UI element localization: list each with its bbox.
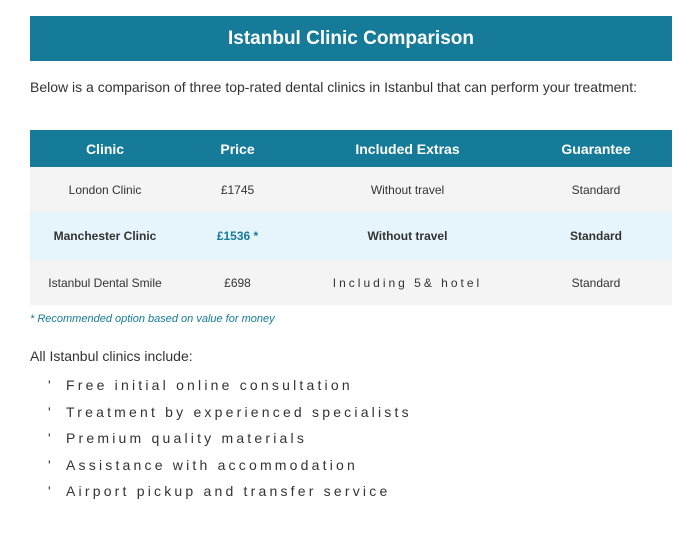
bullet-mark: ' <box>48 456 51 473</box>
page-title: Istanbul Clinic Comparison <box>228 27 474 49</box>
column-header-extras: Included Extras <box>295 130 520 167</box>
feature-text: Free initial online consultation <box>66 377 353 394</box>
column-header-clinic: Clinic <box>30 130 180 167</box>
clinic-name: London Clinic <box>30 167 180 212</box>
table-header-row: Clinic Price Included Extras Guarantee <box>30 130 672 167</box>
clinic-guarantee: Standard <box>520 212 672 260</box>
bullet-mark: ' <box>48 483 51 500</box>
table-row: London Clinic £1745 Without travel Stand… <box>30 167 672 212</box>
recommendation-note: * Recommended option based on value for … <box>30 313 275 325</box>
clinic-name: Istanbul Dental Smile <box>30 260 180 305</box>
includes-heading: All Istanbul clinics include: <box>30 348 193 364</box>
bullet-mark: ' <box>48 377 51 394</box>
clinic-guarantee: Standard <box>520 260 672 305</box>
list-item: ' Treatment by experienced specialists <box>48 399 412 426</box>
clinic-price: £1745 <box>180 167 295 212</box>
page-title-bar: Istanbul Clinic Comparison <box>30 16 672 61</box>
column-header-price: Price <box>180 130 295 167</box>
bullet-mark: ' <box>48 430 51 447</box>
feature-text: Treatment by experienced specialists <box>66 403 412 420</box>
clinic-extras: Without travel <box>295 167 520 212</box>
list-item: ' Airport pickup and transfer service <box>48 478 412 505</box>
table-row-highlighted: Manchester Clinic £1536 * Without travel… <box>30 212 672 260</box>
table-row: Istanbul Dental Smile £698 Including 5& … <box>30 260 672 305</box>
list-item: ' Free initial online consultation <box>48 372 412 399</box>
comparison-table: Clinic Price Included Extras Guarantee L… <box>30 130 672 305</box>
list-item: ' Assistance with accommodation <box>48 452 412 479</box>
clinic-name: Manchester Clinic <box>30 212 180 260</box>
feature-text: Assistance with accommodation <box>66 456 358 473</box>
bullet-mark: ' <box>48 403 51 420</box>
column-header-guarantee: Guarantee <box>520 130 672 167</box>
feature-text: Airport pickup and transfer service <box>66 483 391 500</box>
feature-list: ' Free initial online consultation ' Tre… <box>48 372 412 505</box>
clinic-price: £1536 * <box>180 212 295 260</box>
clinic-extras: Including 5& hotel <box>295 260 520 305</box>
clinic-guarantee: Standard <box>520 167 672 212</box>
clinic-price: £698 <box>180 260 295 305</box>
intro-text: Below is a comparison of three top-rated… <box>30 79 637 95</box>
feature-text: Premium quality materials <box>66 430 308 447</box>
list-item: ' Premium quality materials <box>48 425 412 452</box>
clinic-extras: Without travel <box>295 212 520 260</box>
